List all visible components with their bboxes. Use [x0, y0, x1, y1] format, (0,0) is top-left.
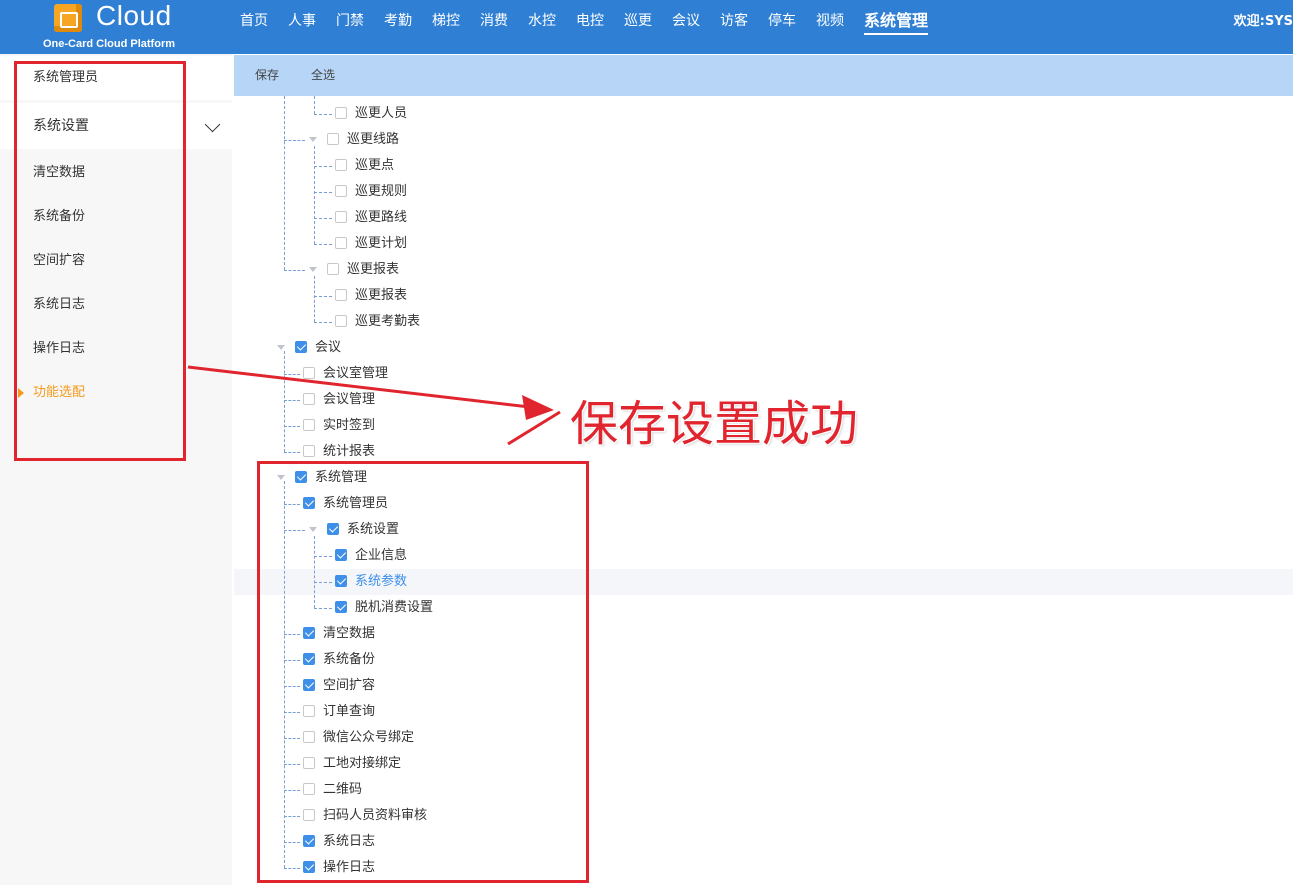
annotation-text: 保存设置成功 — [570, 396, 859, 452]
